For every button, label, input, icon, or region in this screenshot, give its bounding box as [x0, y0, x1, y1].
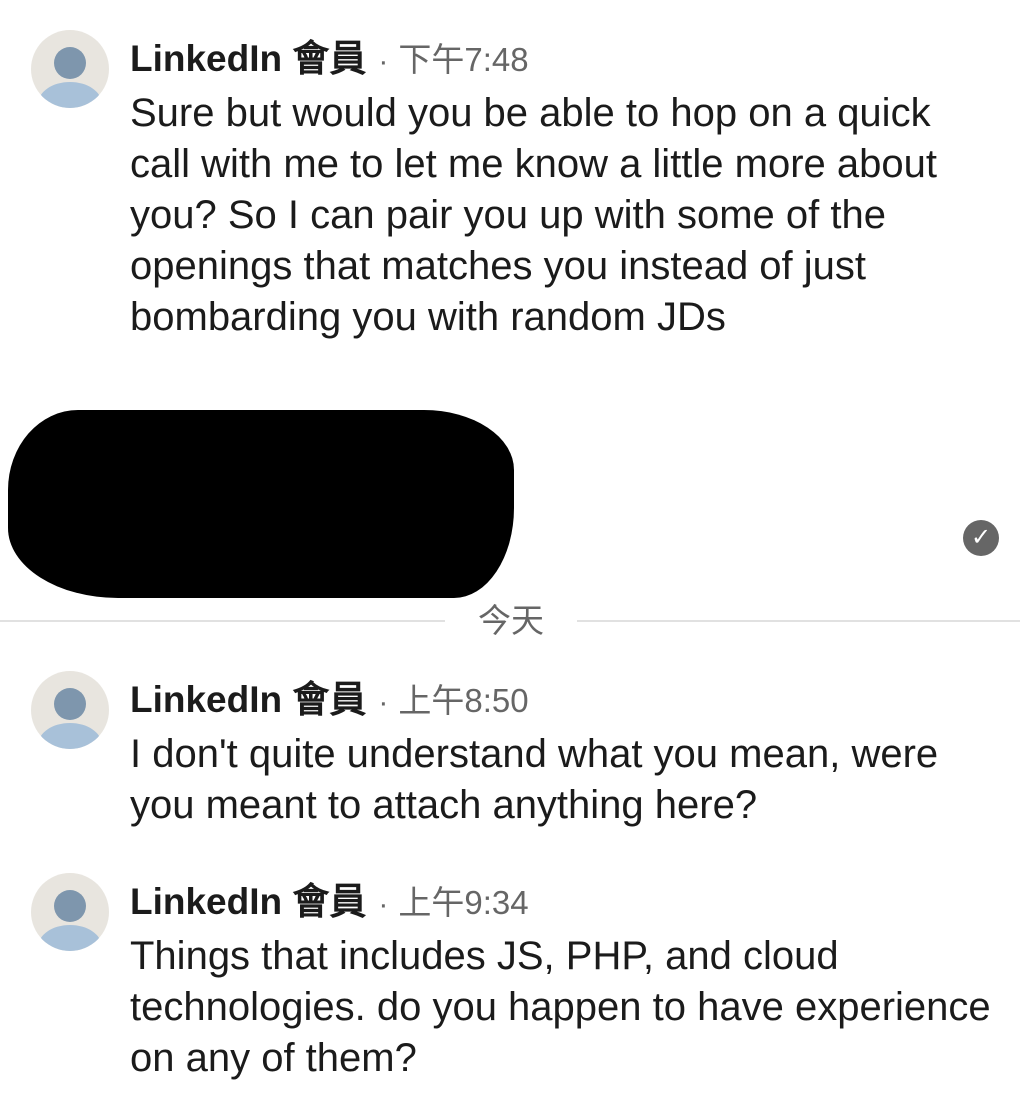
message-time: 上午9:34 [398, 884, 529, 921]
redacted-message [8, 410, 514, 598]
message-text: Things that includes JS, PHP, and cloud … [130, 934, 991, 1080]
avatar-head-shape [54, 47, 86, 79]
avatar-body-shape [38, 925, 102, 951]
message-time: 下午7:48 [398, 41, 529, 78]
avatar[interactable] [31, 30, 109, 108]
avatar-head-shape [54, 890, 86, 922]
date-divider: 今天 [0, 594, 1020, 648]
message-thread: LinkedIn 會員 · 下午7:48 Sure but would you be… [0, 0, 1020, 1095]
avatar[interactable] [31, 873, 109, 951]
meta-separator: · [378, 686, 389, 719]
avatar[interactable] [31, 671, 109, 749]
sender-name[interactable]: LinkedIn 會員 [130, 679, 366, 720]
divider-line [0, 620, 445, 622]
meta-separator: · [378, 888, 389, 921]
date-divider-label: 今天 [478, 602, 544, 639]
divider-line [577, 620, 1020, 622]
message-meta: LinkedIn 會員 · 上午9:34 [130, 875, 529, 929]
meta-separator: · [378, 45, 389, 78]
avatar-body-shape [38, 82, 102, 108]
message-meta: LinkedIn 會員 · 下午7:48 [130, 32, 529, 86]
message-meta: LinkedIn 會員 · 上午8:50 [130, 673, 529, 727]
message-text: I don't quite understand what you mean, … [130, 732, 939, 827]
avatar-head-shape [54, 688, 86, 720]
message-time: 上午8:50 [398, 682, 529, 719]
avatar-body-shape [38, 723, 102, 749]
check-circle-icon: ✓ [963, 520, 999, 556]
sender-name[interactable]: LinkedIn 會員 [130, 38, 366, 79]
message-text: Sure but would you be able to hop on a q… [130, 91, 938, 339]
sender-name[interactable]: LinkedIn 會員 [130, 881, 366, 922]
